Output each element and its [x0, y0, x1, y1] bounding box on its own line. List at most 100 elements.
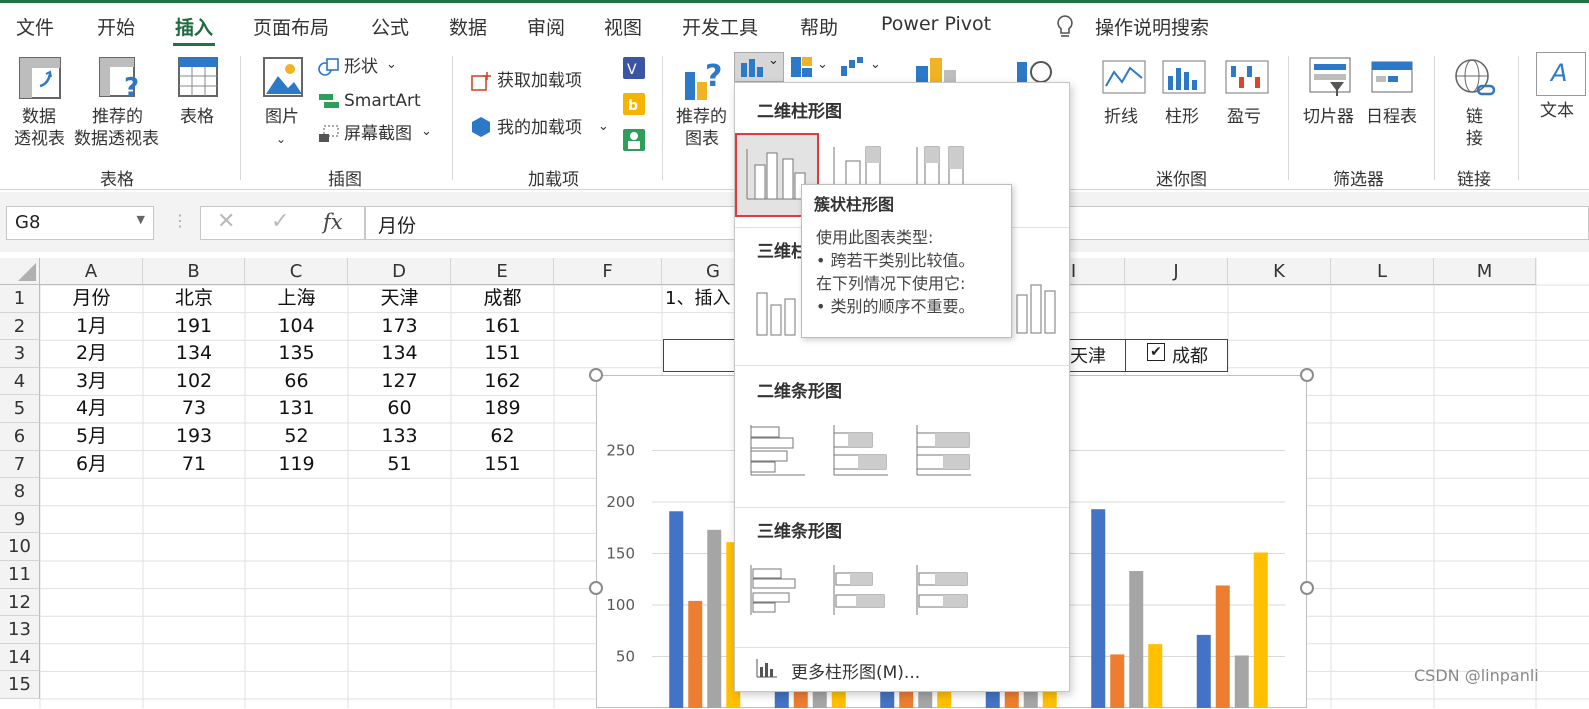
data-cell[interactable]: 52: [245, 423, 348, 451]
winloss-sparkline-label[interactable]: 盈亏: [1227, 106, 1261, 128]
store-icon[interactable]: [470, 70, 492, 92]
link-label-2[interactable]: 接: [1466, 128, 1483, 150]
menu-view[interactable]: 视图: [604, 13, 642, 40]
smartart-label[interactable]: SmartArt: [344, 90, 421, 112]
chart-bar[interactable]: [688, 600, 703, 708]
picture-label[interactable]: 图片: [265, 106, 299, 128]
menu-developer[interactable]: 开发工具: [682, 13, 758, 40]
shapes-icon[interactable]: [318, 57, 340, 77]
data-cell[interactable]: 134: [348, 340, 451, 368]
data-cell[interactable]: 2月: [40, 340, 143, 368]
drag-handle-icon[interactable]: ⋮: [172, 211, 188, 230]
line-sparkline-icon[interactable]: [1102, 60, 1146, 94]
chart-bar[interactable]: [669, 511, 684, 708]
chevron-down-icon[interactable]: ⌄: [870, 54, 881, 76]
screenshot-icon[interactable]: [318, 124, 340, 144]
100-stacked-bar-icon[interactable]: [913, 421, 975, 479]
header-cell[interactable]: 月份: [40, 285, 143, 313]
rec-pivot-label-1[interactable]: 推荐的: [92, 106, 143, 128]
data-cell[interactable]: 102: [143, 368, 245, 396]
screenshot-label[interactable]: 屏幕截图: [344, 123, 412, 145]
row-header-14[interactable]: 14: [0, 643, 40, 672]
menu-data[interactable]: 数据: [449, 13, 487, 40]
chevron-down-icon[interactable]: ⌄: [598, 116, 609, 138]
hierarchy-chart-icon[interactable]: [790, 56, 814, 78]
chart-bar[interactable]: [1110, 654, 1125, 708]
row-header-12[interactable]: 12: [0, 588, 40, 617]
header-cell[interactable]: 成都: [451, 285, 554, 313]
my-addins-label[interactable]: 我的加载项: [497, 117, 582, 139]
menu-file[interactable]: 文件: [16, 13, 54, 40]
header-cell[interactable]: 北京: [143, 285, 245, 313]
stacked-bar-icon[interactable]: [830, 421, 892, 479]
data-cell[interactable]: 151: [451, 340, 554, 368]
resize-handle[interactable]: [589, 368, 603, 382]
column-header-j[interactable]: J: [1125, 258, 1228, 285]
data-cell[interactable]: 51: [348, 451, 451, 479]
text-label[interactable]: 文本: [1540, 100, 1574, 122]
visio-icon[interactable]: V: [622, 56, 646, 80]
picture-icon[interactable]: [262, 56, 304, 100]
row-header-7[interactable]: 7: [0, 450, 40, 479]
insert-function-icon[interactable]: fx: [323, 210, 343, 234]
cell-g1-text[interactable]: 1、插入: [665, 285, 730, 313]
row-header-1[interactable]: 1: [0, 285, 40, 313]
3d-map-icon[interactable]: [1015, 56, 1059, 84]
data-cell[interactable]: 104: [245, 313, 348, 341]
data-cell[interactable]: 151: [451, 451, 554, 479]
menu-power-pivot[interactable]: Power Pivot: [881, 13, 991, 35]
link-label-1[interactable]: 链: [1466, 106, 1483, 128]
chart-bar[interactable]: [1091, 509, 1106, 708]
data-cell[interactable]: 60: [348, 395, 451, 423]
menu-home[interactable]: 开始: [97, 13, 135, 40]
more-charts-icon[interactable]: [755, 657, 779, 679]
data-cell[interactable]: 3月: [40, 368, 143, 396]
menu-help[interactable]: 帮助: [800, 13, 838, 40]
menu-page-layout[interactable]: 页面布局: [253, 13, 329, 40]
3d-column-icon[interactable]: [1005, 277, 1067, 339]
column-header-c[interactable]: C: [245, 258, 348, 285]
pivot-chart-icon[interactable]: [915, 56, 965, 82]
slicer-label[interactable]: 切片器: [1303, 106, 1354, 128]
resize-handle[interactable]: [589, 581, 603, 595]
data-cell[interactable]: 131: [245, 395, 348, 423]
data-cell[interactable]: 173: [348, 313, 451, 341]
people-graph-icon[interactable]: [622, 128, 646, 152]
pivot-table-label-2[interactable]: 透视表: [14, 128, 65, 150]
checkbox-chengdu[interactable]: ✔: [1147, 343, 1165, 361]
column-header-a[interactable]: A: [40, 258, 143, 285]
3d-stacked-bar-icon[interactable]: [830, 561, 892, 619]
rec-charts-label-1[interactable]: 推荐的: [676, 106, 727, 128]
resize-handle[interactable]: [1300, 368, 1314, 382]
timeline-label[interactable]: 日程表: [1366, 106, 1417, 128]
recommended-pivot-icon[interactable]: ?: [98, 56, 144, 100]
chevron-down-icon[interactable]: ▼: [137, 213, 145, 226]
stacked-column-icon[interactable]: [830, 141, 892, 189]
chart-bar[interactable]: [1129, 571, 1144, 708]
waterfall-chart-icon[interactable]: [840, 56, 866, 78]
row-header-10[interactable]: 10: [0, 533, 40, 561]
data-cell[interactable]: 1月: [40, 313, 143, 341]
row-header-5[interactable]: 5: [0, 395, 40, 423]
chevron-down-icon[interactable]: ⌄: [386, 54, 397, 76]
row-header-15[interactable]: 15: [0, 671, 40, 699]
chart-bar[interactable]: [1215, 585, 1230, 708]
3d-100-stacked-bar-icon[interactable]: [913, 561, 975, 619]
column-sparkline-icon[interactable]: [1162, 60, 1206, 94]
clustered-bar-icon[interactable]: [747, 421, 809, 479]
row-header-3[interactable]: 3: [0, 340, 40, 368]
data-cell[interactable]: 189: [451, 395, 554, 423]
data-cell[interactable]: 191: [143, 313, 245, 341]
chart-bar[interactable]: [1148, 644, 1163, 708]
pivot-table-label-1[interactable]: 数据: [22, 106, 56, 128]
column-header-k[interactable]: K: [1228, 258, 1331, 285]
row-header-13[interactable]: 13: [0, 616, 40, 644]
chevron-down-icon[interactable]: ⌄: [817, 54, 828, 76]
data-cell[interactable]: 162: [451, 368, 554, 396]
name-box[interactable]: G8 ▼: [6, 206, 154, 240]
menu-review[interactable]: 审阅: [527, 13, 565, 40]
3d-clustered-bar-icon[interactable]: [747, 561, 809, 619]
chart-bar[interactable]: [1234, 655, 1249, 708]
chevron-down-icon[interactable]: ⌄: [421, 121, 432, 143]
column-sparkline-label[interactable]: 柱形: [1165, 106, 1199, 128]
